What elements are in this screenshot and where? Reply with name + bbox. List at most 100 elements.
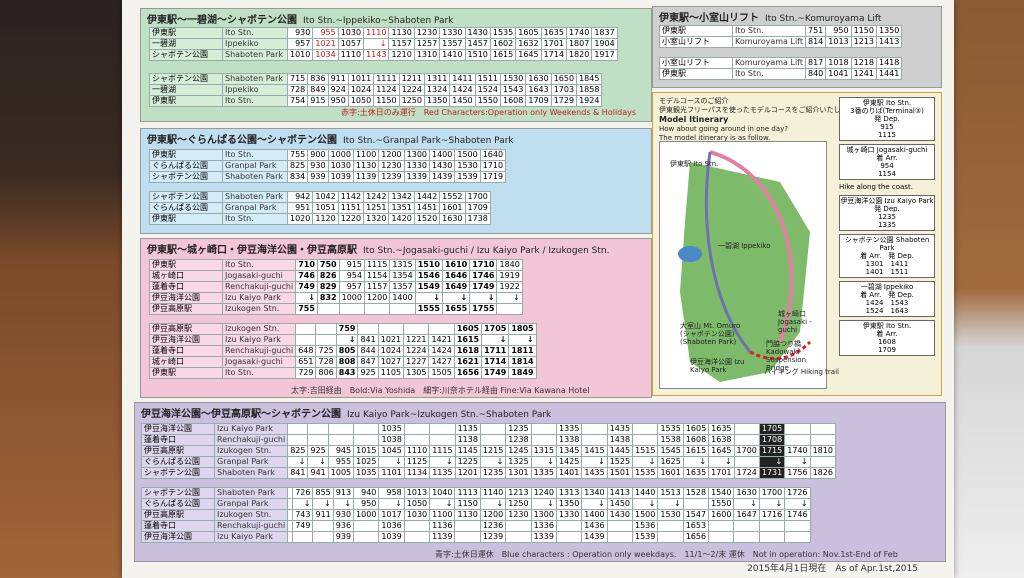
time-cell: 1000 — [327, 149, 354, 161]
table-row: 伊豆高原駅 Izukogen Stn. 759 1605 1705 1805 — [149, 323, 537, 335]
time-cell: ↓ — [784, 456, 811, 468]
time-cell: 1050 — [347, 95, 375, 107]
stop-name-en: Renchakuji-guchi — [213, 434, 289, 446]
itinerary-step-line: 着 Arr. 発 Dep. — [860, 252, 914, 260]
time-cell: 1710 — [469, 259, 498, 271]
time-cell: 939 — [307, 171, 329, 183]
time-cell: 1919 — [496, 270, 523, 282]
time-cell: 1415 — [581, 445, 608, 457]
stop-name: 伊東駅 — [149, 367, 223, 379]
time-cell: 1420 — [388, 213, 415, 225]
time-cell: 1709 — [464, 202, 491, 214]
stop-name-en: Ippekiko — [222, 38, 288, 50]
time-cell: 1545 — [657, 445, 684, 457]
time-cell: 1200 — [378, 149, 405, 161]
section-jogasaki: 伊東駅〜城ヶ崎口・伊豆海洋公園・伊豆高原駅 Ito Stn.~Jogasaki-g… — [140, 238, 652, 398]
time-cell — [733, 520, 760, 532]
time-cell — [581, 423, 608, 435]
time-cell: 754 — [286, 95, 309, 107]
table-row: 伊東駅 Ito Stn. 930 955 1030 1110 1130 1230 1330 143… — [149, 27, 618, 39]
time-cell: 1424 — [428, 345, 455, 357]
section-title: 伊豆海洋公園〜伊豆高原駅〜シャボテン公園 Izu Kaiyo Park~Izuko… — [141, 409, 552, 420]
time-cell: 1515 — [632, 445, 659, 457]
time-cell: 1643 — [525, 84, 552, 96]
table-row: シャボテン公園 Shaboten Park 1010 1034 1110 1143 1210… — [149, 49, 618, 61]
time-cell: 1357 — [389, 281, 416, 293]
time-cell: 1701 — [708, 467, 735, 479]
time-cell: 1324 — [423, 84, 451, 96]
time-cell: 936 — [332, 520, 355, 532]
time-cell: 1630 — [525, 73, 552, 85]
time-cell: 1000 — [338, 292, 365, 304]
stop-name: 城ヶ崎口 — [149, 270, 223, 282]
time-cell: 1005 — [327, 467, 355, 479]
time-cell: 1330 — [555, 509, 583, 521]
table-row: 城ヶ崎口 Jogasaki-guchi 746 826 954 1154 1354 1546 1… — [149, 270, 523, 282]
time-cell: 746 — [295, 270, 318, 282]
stop-name-en: Ito Stn. — [222, 149, 288, 161]
itinerary-step-line: 1235 — [878, 213, 896, 221]
time-cell: 1530 — [454, 160, 481, 172]
stop-name: ぐらんぱる公園 — [149, 202, 223, 214]
stop-name-en: Izu Kaiyo Park — [221, 292, 297, 304]
time-cell: 1740 — [784, 445, 811, 457]
time-cell: 1225 — [454, 456, 481, 468]
time-cell: 1615 — [453, 334, 483, 346]
stop-name-en: Izukogen Stn. — [221, 323, 297, 335]
table-row: 伊東駅 Ito Stn. 840 1041 1241 1441 — [659, 68, 903, 80]
itinerary-step-line: 着 Arr. — [876, 330, 898, 338]
time-cell — [632, 423, 659, 435]
map-label-ippekiko: 一碧湖 Ippekiko — [718, 242, 771, 250]
time-cell: 1638 — [708, 434, 735, 446]
time-cell: 832 — [316, 292, 340, 304]
time-cell: 751 — [804, 25, 827, 37]
time-cell: 1210 — [388, 49, 415, 61]
time-cell: 913 — [332, 487, 355, 499]
time-cell: 1656 — [453, 367, 483, 379]
time-cell: 1338 — [555, 434, 583, 446]
time-cell: 1540 — [708, 487, 735, 499]
time-cell: 1100 — [352, 149, 380, 161]
itinerary-step-line: 915 — [880, 123, 894, 131]
time-cell — [454, 520, 481, 532]
time-cell: 829 — [316, 281, 340, 293]
time-cell: 1110 — [403, 445, 431, 457]
section-title: 伊東駅〜城ヶ崎口・伊豆海洋公園・伊豆高原駅 Ito Stn.~Jogasaki-g… — [147, 245, 610, 256]
map-label-ito: 伊東駅 Ito Stn. — [670, 160, 719, 168]
time-cell — [312, 531, 334, 543]
time-cell: 1550 — [474, 95, 502, 107]
time-cell: ↓ — [441, 292, 471, 304]
background-right — [944, 0, 1024, 578]
time-cell: 915 — [307, 95, 329, 107]
time-cell: 1632 — [515, 38, 542, 50]
time-cell: 1438 — [606, 434, 634, 446]
time-cell: 958 — [378, 487, 405, 499]
stop-name-en: Ito Stn. — [221, 367, 297, 379]
hike-note: Hike along the coast. — [839, 183, 913, 191]
time-cell: 1142 — [337, 191, 365, 203]
time-cell — [403, 531, 431, 543]
time-cell: 1130 — [388, 27, 415, 39]
time-cell: 1224 — [403, 345, 430, 357]
time-cell: ↓ — [469, 292, 498, 304]
stop-name: 伊東駅 — [149, 259, 223, 271]
time-cell: 1700 — [733, 445, 760, 457]
table-row: 伊東駅 Ito Stn. 755 900 1000 1100 1200 1300 1400 150… — [149, 149, 507, 161]
time-cell: ↓ — [378, 456, 405, 468]
time-cell: 1011 — [347, 73, 375, 85]
time-cell — [809, 423, 836, 435]
time-cell: 808 — [335, 356, 359, 368]
time-cell: 1242 — [363, 191, 390, 203]
time-cell: 1410 — [439, 49, 466, 61]
time-cell: 1230 — [505, 509, 532, 521]
time-cell: 942 — [286, 191, 314, 203]
time-cell — [403, 323, 430, 335]
stop-name: 伊東駅 — [659, 68, 733, 80]
time-cell: 1354 — [389, 270, 416, 282]
route-map: 伊東駅 Ito Stn. 一碧湖 Ippekiko 大室山 Mt. Omuro … — [659, 141, 839, 389]
time-cell: 651 — [295, 356, 317, 368]
table-row: 小室山リフト Komuroyama Lift 817 1018 1218 1418 — [659, 57, 903, 69]
time-cell — [315, 334, 337, 346]
time-cell: 1115 — [429, 445, 456, 457]
timetable-inbound: シャボテン公園 Shaboten Park 942 1042 1142 1242 1342 1… — [149, 191, 491, 225]
